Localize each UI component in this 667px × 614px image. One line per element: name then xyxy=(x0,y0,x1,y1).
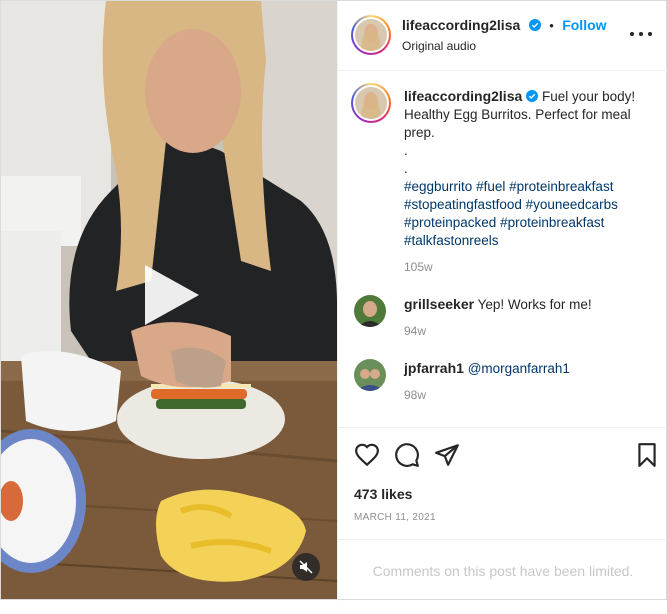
caption-text-3: prep. xyxy=(404,125,435,140)
comment-time[interactable]: 94w xyxy=(404,322,654,340)
hashtag-link[interactable]: #proteinpacked xyxy=(404,215,496,230)
comments-limited-notice: Comments on this post have been limited. xyxy=(338,539,667,601)
more-options-icon xyxy=(630,32,634,36)
post-actions: 473 likes MARCH 11, 2021 xyxy=(338,427,667,539)
hashtag-link[interactable]: #eggburrito xyxy=(404,179,472,194)
audio-link[interactable]: Original audio xyxy=(402,39,476,53)
hashtag-link[interactable]: #talkfastonreels xyxy=(404,233,499,248)
comment-body: grillseeker Yep! Works for me! 94w xyxy=(404,295,654,340)
verified-badge-icon xyxy=(528,19,541,31)
like-button[interactable] xyxy=(354,442,380,468)
hashtag-link[interactable]: #fuel xyxy=(476,179,505,194)
comment-username[interactable]: jpfarrah1 xyxy=(404,360,464,376)
comment-username[interactable]: grillseeker xyxy=(404,296,474,312)
commenter-avatar[interactable] xyxy=(354,295,386,327)
hashtag-link[interactable]: #proteinbreakfast xyxy=(509,179,613,194)
verified-badge-icon xyxy=(526,90,539,102)
comment-text: Yep! Works for me! xyxy=(477,297,592,312)
caption-time[interactable]: 105w xyxy=(404,258,654,276)
comment-button[interactable] xyxy=(394,442,420,468)
post-sidebar: lifeaccording2lisa • Follow Original aud… xyxy=(337,1,667,601)
caption-text-2: Healthy Egg Burritos. Perfect for meal xyxy=(404,107,631,122)
bookmark-icon xyxy=(638,443,656,467)
play-icon xyxy=(145,265,199,325)
share-button[interactable] xyxy=(434,442,460,468)
caption-text-1: Fuel your body! xyxy=(542,89,636,104)
caption-dot-1: . xyxy=(404,143,408,158)
instagram-post: lifeaccording2lisa • Follow Original aud… xyxy=(0,0,667,601)
post-header: lifeaccording2lisa • Follow Original aud… xyxy=(338,1,667,71)
comment-body: jpfarrah1 @morganfarrah1 98w xyxy=(404,359,654,404)
heart-icon xyxy=(355,443,379,467)
caption-username[interactable]: lifeaccording2lisa xyxy=(404,88,522,104)
comment-bubble-icon xyxy=(395,443,419,467)
author-username[interactable]: lifeaccording2lisa xyxy=(402,17,520,33)
hashtag-link[interactable]: #youneedcarbs xyxy=(526,197,618,212)
comment-time[interactable]: 98w xyxy=(404,386,654,404)
post-caption: lifeaccording2lisa Fuel your body! Healt… xyxy=(404,87,654,276)
paper-plane-icon xyxy=(435,444,459,466)
play-button[interactable] xyxy=(139,263,203,327)
caption-dot-2: . xyxy=(404,161,408,176)
save-button[interactable] xyxy=(634,442,660,468)
commenter-avatar[interactable] xyxy=(354,359,386,391)
more-options-button[interactable] xyxy=(630,27,652,41)
caption-avatar[interactable] xyxy=(351,83,391,123)
author-avatar[interactable] xyxy=(351,15,391,55)
comment-mention[interactable]: @morganfarrah1 xyxy=(468,361,570,376)
speaker-muted-icon xyxy=(299,560,313,574)
mute-button[interactable] xyxy=(292,553,320,581)
post-video[interactable] xyxy=(1,1,337,599)
post-date[interactable]: MARCH 11, 2021 xyxy=(354,512,436,523)
hashtag-link[interactable]: #stopeatingfastfood xyxy=(404,197,522,212)
like-count[interactable]: 473 likes xyxy=(354,486,412,502)
hashtag-link[interactable]: #proteinbreakfast xyxy=(500,215,604,230)
comments-section[interactable]: lifeaccording2lisa Fuel your body! Healt… xyxy=(338,71,667,427)
header-separator: • xyxy=(549,18,554,33)
follow-button[interactable]: Follow xyxy=(562,17,606,33)
